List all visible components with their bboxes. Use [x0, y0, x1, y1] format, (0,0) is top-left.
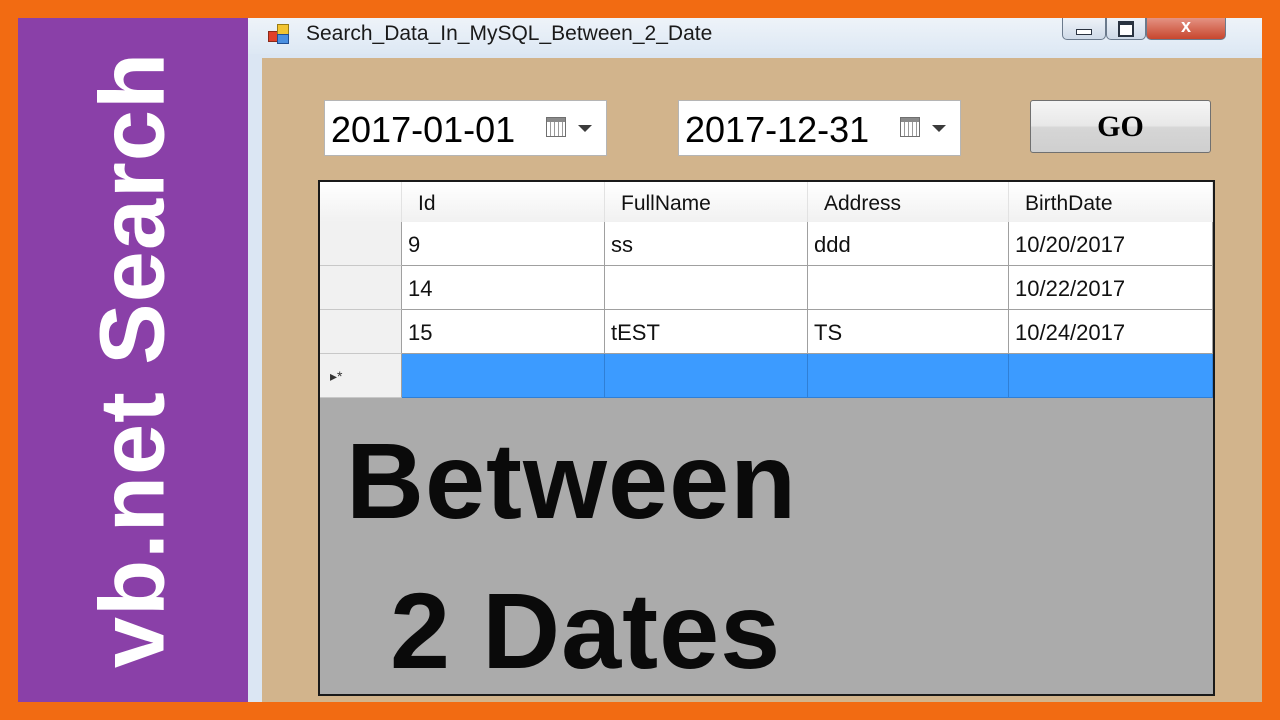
sidebar-title: vb.net Search: [81, 51, 184, 669]
new-row-cell[interactable]: [402, 354, 605, 398]
cell-id[interactable]: 15: [402, 310, 605, 354]
cell-birthdate[interactable]: 10/20/2017: [1009, 222, 1213, 266]
grid-corner-header[interactable]: [320, 182, 402, 222]
cell-fullname[interactable]: tEST: [605, 310, 808, 354]
data-grid[interactable]: Id FullName Address BirthDate 9 ss ddd 1…: [318, 180, 1215, 696]
new-row-cell[interactable]: [605, 354, 808, 398]
end-date-value: 2017-12-31: [685, 109, 870, 150]
cell-fullname[interactable]: ss: [605, 222, 808, 266]
app-window: Search_Data_In_MySQL_Between_2_Date x 20…: [248, 18, 1262, 702]
start-date-value: 2017-01-01: [331, 109, 516, 150]
cell-fullname[interactable]: [605, 266, 808, 310]
table-row[interactable]: 14 10/22/2017: [402, 266, 1213, 310]
promo-sidebar: vb.net Search: [18, 18, 248, 702]
chevron-down-icon[interactable]: [578, 125, 592, 132]
overlay-caption-line1: Between: [346, 420, 798, 541]
grid-header-row: Id FullName Address BirthDate: [320, 182, 1213, 223]
maximize-icon: [1118, 20, 1134, 37]
close-button[interactable]: x: [1146, 18, 1226, 40]
cell-birthdate[interactable]: 10/24/2017: [1009, 310, 1213, 354]
new-row-cell[interactable]: [808, 354, 1009, 398]
table-row[interactable]: 15 tEST TS 10/24/2017: [402, 310, 1213, 354]
calendar-icon[interactable]: [900, 117, 920, 137]
close-icon: x: [1180, 18, 1191, 36]
app-icon: [268, 24, 290, 44]
new-row[interactable]: [402, 354, 1213, 398]
cell-birthdate[interactable]: 10/22/2017: [1009, 266, 1213, 310]
cell-address[interactable]: TS: [808, 310, 1009, 354]
window-title: Search_Data_In_MySQL_Between_2_Date: [306, 22, 713, 45]
new-row-marker-icon: ▸*: [330, 368, 343, 384]
cell-address[interactable]: ddd: [808, 222, 1009, 266]
start-date-picker[interactable]: 2017-01-01: [324, 100, 607, 156]
row-header[interactable]: [320, 310, 402, 354]
maximize-button[interactable]: [1106, 18, 1146, 40]
minimize-button[interactable]: [1062, 18, 1106, 40]
new-row-cell[interactable]: [1009, 354, 1213, 398]
column-header-birthdate[interactable]: BirthDate: [1009, 182, 1213, 222]
title-bar[interactable]: Search_Data_In_MySQL_Between_2_Date x: [248, 18, 1262, 54]
column-header-id[interactable]: Id: [402, 182, 605, 222]
column-header-fullname[interactable]: FullName: [605, 182, 808, 222]
calendar-icon[interactable]: [546, 117, 566, 137]
new-row-header[interactable]: ▸*: [320, 354, 402, 398]
form-client-area: 2017-01-01 2017-12-31 GO Id FullName Add…: [262, 58, 1262, 702]
row-header[interactable]: [320, 266, 402, 310]
cell-id[interactable]: 9: [402, 222, 605, 266]
chevron-down-icon[interactable]: [932, 125, 946, 132]
cell-address[interactable]: [808, 266, 1009, 310]
table-row[interactable]: 9 ss ddd 10/20/2017: [402, 222, 1213, 266]
minimize-icon: [1076, 28, 1092, 35]
column-header-address[interactable]: Address: [808, 182, 1009, 222]
overlay-caption-line2: 2 Dates: [390, 570, 782, 691]
row-header[interactable]: [320, 222, 402, 266]
go-button[interactable]: GO: [1030, 100, 1211, 153]
cell-id[interactable]: 14: [402, 266, 605, 310]
end-date-picker[interactable]: 2017-12-31: [678, 100, 961, 156]
